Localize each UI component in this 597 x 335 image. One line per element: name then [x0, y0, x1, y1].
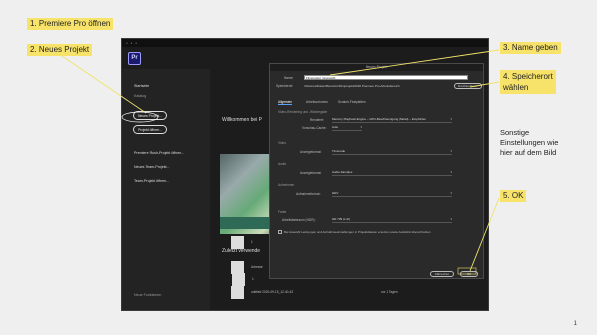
slide: 1. Premiere Pro öffnen 2. Neues Projekt …: [0, 0, 597, 335]
location-path: /Volumes/Daten/Benutzer/Filmprojekt/2020…: [304, 84, 400, 88]
include-settings-label: Bei Auswahl Lenkungen und Aufnahmeeinste…: [284, 230, 431, 234]
audio-format-select[interactable]: Audio-Samples: [332, 170, 452, 176]
callout-step1: 1. Premiere Pro öffnen: [27, 18, 114, 30]
file-thumbnail-icon: [231, 261, 244, 274]
sidebar-link-open-team[interactable]: Team-Projekt öffnen...: [134, 179, 169, 183]
preview-cache-label: Vorschau-Cache:: [302, 126, 327, 130]
dialog-title: Neues Projekt: [270, 64, 483, 71]
ok-button[interactable]: OK: [460, 271, 478, 277]
sidebar-item-catalog[interactable]: Katalog: [134, 94, 146, 98]
tab-general[interactable]: Allgemein: [278, 100, 292, 105]
recent-row-date: vor 1 Tagen: [381, 290, 398, 294]
sidebar-link-new-team[interactable]: Neues Team-Projekt...: [134, 165, 170, 169]
recent-row-name: Adresse: [251, 265, 263, 269]
file-thumbnail-icon: [231, 286, 244, 299]
premiere-logo-icon: Pr: [128, 52, 141, 65]
file-thumbnail-icon: [231, 236, 244, 249]
recent-row[interactable]: untitled 2020-09-15_12-40-43 vor 1 Tagen: [231, 286, 531, 300]
cancel-button[interactable]: Abbrechen: [430, 271, 454, 277]
recent-row-name: 1: [252, 277, 254, 281]
section-audio: Audio: [278, 162, 287, 166]
project-name-input[interactable]: Filmprojekt_Gruppe01: [304, 75, 468, 80]
window-controls-icon[interactable]: ● ● ●: [126, 41, 138, 45]
renderer-select[interactable]: Mercury Playback Engine – GPU-Beschleuni…: [332, 117, 452, 123]
sidebar-link-rush[interactable]: Premiere Rush-Projekt öffnen...: [134, 151, 184, 155]
browse-button[interactable]: Durchsuchen...: [454, 83, 482, 89]
checkbox-icon[interactable]: [278, 230, 282, 235]
audio-format-label: Anzeigeformat:: [300, 171, 322, 175]
new-project-dialog: Neues Projekt Name: Filmprojekt_Gruppe01…: [269, 63, 484, 279]
section-capture: Aufnehmen: [278, 183, 295, 187]
section-video: Video: [278, 141, 287, 145]
section-color: Farbe: [278, 210, 287, 214]
callout-step5: 5. OK: [500, 190, 527, 202]
display-format-select[interactable]: Timecode: [332, 149, 452, 155]
page-number: 1: [573, 321, 577, 327]
settings-note-line3: hier auf dem Bild: [500, 148, 557, 157]
location-label: Speicherort:: [276, 84, 294, 88]
tab-ingest[interactable]: Arbeitsvolumes: [306, 100, 328, 104]
home-sidebar: Startseite Katalog Neues Projekt... Proj…: [122, 69, 210, 310]
settings-note-line2: Einstellungen wie: [500, 138, 559, 147]
callout-step4: 4. Speicherort wählen: [500, 70, 556, 94]
open-project-button[interactable]: Projekt öffnen...: [133, 125, 167, 134]
recent-row-name: 1: [251, 240, 253, 244]
settings-note: Sonstige Einstellungen wie hier auf dem …: [500, 128, 558, 158]
callout-step4-line1: 4. Speicherort: [503, 72, 553, 81]
settings-note-line1: Sonstige: [500, 128, 530, 137]
section-video-rendering: Video-Rendering und -Wiedergabe: [278, 110, 328, 114]
tab-scratch-disks[interactable]: Scratch-Festplatten: [338, 100, 366, 104]
capture-format-label: Aufnahmeformat:: [296, 192, 321, 196]
color-space-label: Arbeitsfarbraum (HDR):: [282, 218, 316, 222]
welcome-heading: Willkommen bei P: [222, 117, 263, 123]
name-label: Name:: [284, 76, 294, 80]
sidebar-item-start[interactable]: Startseite: [134, 84, 149, 88]
color-space-select[interactable]: HD 709 (L-R): [332, 217, 452, 223]
include-settings-checkbox[interactable]: Bei Auswahl Lenkungen und Aufnahmeeinste…: [278, 230, 478, 235]
renderer-label: Renderer:: [310, 118, 325, 122]
callout-step2: 2. Neues Projekt: [27, 44, 93, 56]
window-titlebar: ● ● ●: [122, 39, 488, 47]
preview-cache-select[interactable]: Auto: [332, 125, 362, 131]
recent-row-name: untitled 2020-09-15_12-40-43: [251, 290, 294, 294]
sidebar-footer-new-features[interactable]: Neue Funktionen: [134, 293, 161, 297]
new-project-button[interactable]: Neues Projekt...: [133, 111, 167, 120]
display-format-label: Anzeigeformat:: [300, 150, 322, 154]
callout-step4-line2: wählen: [503, 83, 529, 92]
capture-format-select[interactable]: HDV: [332, 191, 452, 197]
callout-step3: 3. Name geben: [500, 42, 561, 54]
